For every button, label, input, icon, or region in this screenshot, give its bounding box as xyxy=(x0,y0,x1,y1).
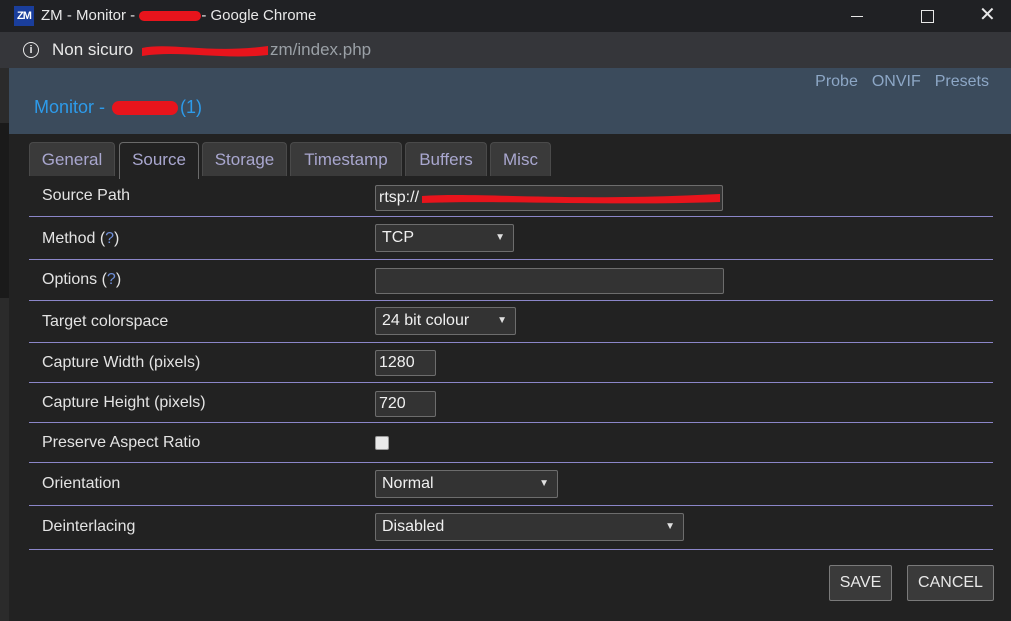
window-title: ZM - Monitor - - Google Chrome xyxy=(41,7,316,24)
chevron-down-icon: ▼ xyxy=(665,521,675,532)
orientation-label: Orientation xyxy=(42,475,121,492)
method-help-link[interactable]: ? xyxy=(105,230,114,247)
source-path-input[interactable]: rtsp:// xyxy=(375,185,723,211)
page-header: Probe ONVIF Presets Monitor - (1) xyxy=(9,68,1011,134)
tab-source[interactable]: Source xyxy=(119,142,199,179)
onvif-link[interactable]: ONVIF xyxy=(872,73,921,90)
tab-storage[interactable]: Storage xyxy=(202,142,287,176)
window-title-suffix: - Google Chrome xyxy=(201,7,317,24)
method-label-text: Method ( xyxy=(42,230,106,247)
row-method: Method (?) TCP ▼ xyxy=(29,217,993,260)
source-path-label: Source Path xyxy=(42,187,131,204)
minimize-button[interactable] xyxy=(835,0,881,32)
method-select[interactable]: TCP ▼ xyxy=(375,224,514,252)
row-capture-height: Capture Height (pixels) 720 xyxy=(29,383,993,423)
row-target-colorspace: Target colorspace 24 bit colour ▼ xyxy=(29,301,993,343)
title-redaction-mark xyxy=(112,101,179,116)
tab-buffers[interactable]: Buffers xyxy=(405,142,487,176)
security-status[interactable]: Non sicuro xyxy=(52,40,133,60)
source-path-redaction-mark xyxy=(422,194,720,204)
left-frame-shadow xyxy=(0,123,9,298)
close-icon: ✕ xyxy=(979,4,996,26)
chevron-down-icon: ▼ xyxy=(495,232,505,243)
method-label-end: ) xyxy=(114,230,120,247)
orientation-value: Normal xyxy=(382,475,434,492)
orientation-select[interactable]: Normal ▼ xyxy=(375,470,558,498)
options-help-link[interactable]: ? xyxy=(107,271,116,288)
row-source-path: Source Path rtsp:// xyxy=(29,177,993,217)
capture-height-label: Capture Height (pixels) xyxy=(42,394,206,411)
close-window-button[interactable]: ✕ xyxy=(965,0,1011,32)
row-preserve-aspect-ratio: Preserve Aspect Ratio xyxy=(29,423,993,463)
preserve-aspect-checkbox[interactable] xyxy=(375,436,389,450)
zm-favicon-icon: ZM xyxy=(14,6,34,26)
tab-timestamp[interactable]: Timestamp xyxy=(290,142,402,176)
preserve-aspect-label: Preserve Aspect Ratio xyxy=(42,434,201,451)
options-label: Options (?) xyxy=(42,271,121,289)
maximize-icon xyxy=(921,10,934,23)
chevron-down-icon: ▼ xyxy=(497,315,507,326)
window-title-prefix: ZM - Monitor - xyxy=(41,7,140,24)
target-colorspace-label: Target colorspace xyxy=(42,313,169,330)
row-orientation: Orientation Normal ▼ xyxy=(29,463,993,506)
probe-link[interactable]: Probe xyxy=(815,73,858,90)
save-button[interactable]: SAVE xyxy=(829,565,892,601)
header-links: Probe ONVIF Presets xyxy=(801,73,989,91)
minimize-icon xyxy=(851,16,863,17)
redaction-mark xyxy=(139,11,202,22)
options-input[interactable] xyxy=(375,268,724,294)
presets-link[interactable]: Presets xyxy=(935,73,989,90)
deinterlacing-value: Disabled xyxy=(382,518,445,535)
options-label-end: ) xyxy=(115,271,122,288)
page-title-prefix: Monitor - xyxy=(34,97,111,117)
page-title: Monitor - (1) xyxy=(34,97,202,118)
row-deinterlacing: Deinterlacing Disabled ▼ xyxy=(29,506,993,550)
page-title-suffix: (1) xyxy=(180,97,203,117)
deinterlacing-select[interactable]: Disabled ▼ xyxy=(375,513,684,541)
target-colorspace-select[interactable]: 24 bit colour ▼ xyxy=(375,307,516,335)
row-options: Options (?) xyxy=(29,260,993,301)
chevron-down-icon: ▼ xyxy=(539,478,549,489)
left-frame-strip xyxy=(0,68,9,621)
capture-width-label: Capture Width (pixels) xyxy=(42,354,201,371)
source-path-value: rtsp:// xyxy=(379,189,420,206)
options-label-text: Options ( xyxy=(42,271,107,288)
address-bar[interactable]: i Non sicuro zm/index.php xyxy=(0,32,1011,68)
method-value: TCP xyxy=(382,229,414,246)
info-icon[interactable]: i xyxy=(23,42,39,58)
capture-height-input[interactable]: 720 xyxy=(375,391,436,417)
row-capture-width: Capture Width (pixels) 1280 xyxy=(29,343,993,383)
tab-general[interactable]: General xyxy=(29,142,115,176)
tab-misc[interactable]: Misc xyxy=(490,142,551,176)
maximize-button[interactable] xyxy=(905,0,951,32)
cancel-button[interactable]: CANCEL xyxy=(907,565,994,601)
url-redaction-mark xyxy=(142,46,268,57)
method-label: Method (?) xyxy=(42,230,119,248)
browser-title-bar: ZM ZM - Monitor - - Google Chrome ✕ xyxy=(0,0,1011,32)
deinterlacing-label: Deinterlacing xyxy=(42,518,136,535)
target-colorspace-value: 24 bit colour xyxy=(382,312,470,329)
capture-width-input[interactable]: 1280 xyxy=(375,350,436,376)
url-path[interactable]: zm/index.php xyxy=(270,40,371,60)
